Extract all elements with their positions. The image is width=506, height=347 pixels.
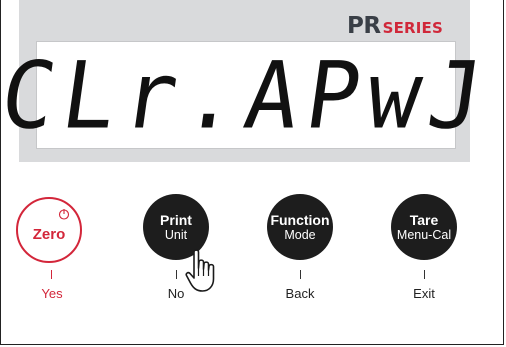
hand-pointer-icon — [185, 249, 215, 292]
zero-button[interactable]: Zero — [16, 197, 82, 263]
tare-tick — [424, 270, 425, 279]
function-mode-button[interactable]: Function Mode — [267, 194, 333, 260]
function-label: Function — [270, 211, 330, 228]
back-label: Back — [285, 286, 315, 301]
power-icon — [58, 209, 70, 220]
brand-logo: PR SERIES — [346, 13, 443, 39]
brand-prefix: PR — [346, 13, 381, 39]
tare-label: Tare — [409, 211, 439, 228]
yes-label: Yes — [41, 286, 63, 301]
no-label: No — [167, 286, 185, 301]
exit-label: Exit — [413, 286, 435, 301]
brand-suffix: SERIES — [382, 19, 443, 37]
print-label: Print — [160, 211, 192, 228]
display-readout: CLr.APwJ — [0, 40, 498, 150]
lcd-display: CLr.APwJ — [0, 41, 498, 149]
zero-tick — [51, 270, 52, 279]
zero-button-label: Zero — [32, 225, 66, 243]
tare-menu-cal-button[interactable]: Tare Menu-Cal — [391, 194, 457, 260]
menu-cal-label: Menu-Cal — [396, 227, 452, 242]
unit-label: Unit — [164, 227, 188, 242]
function-tick — [300, 270, 301, 279]
print-tick — [176, 270, 177, 279]
scale-panel: PR SERIES CLr.APwJ — [0, 0, 498, 162]
mode-label: Mode — [284, 227, 316, 242]
